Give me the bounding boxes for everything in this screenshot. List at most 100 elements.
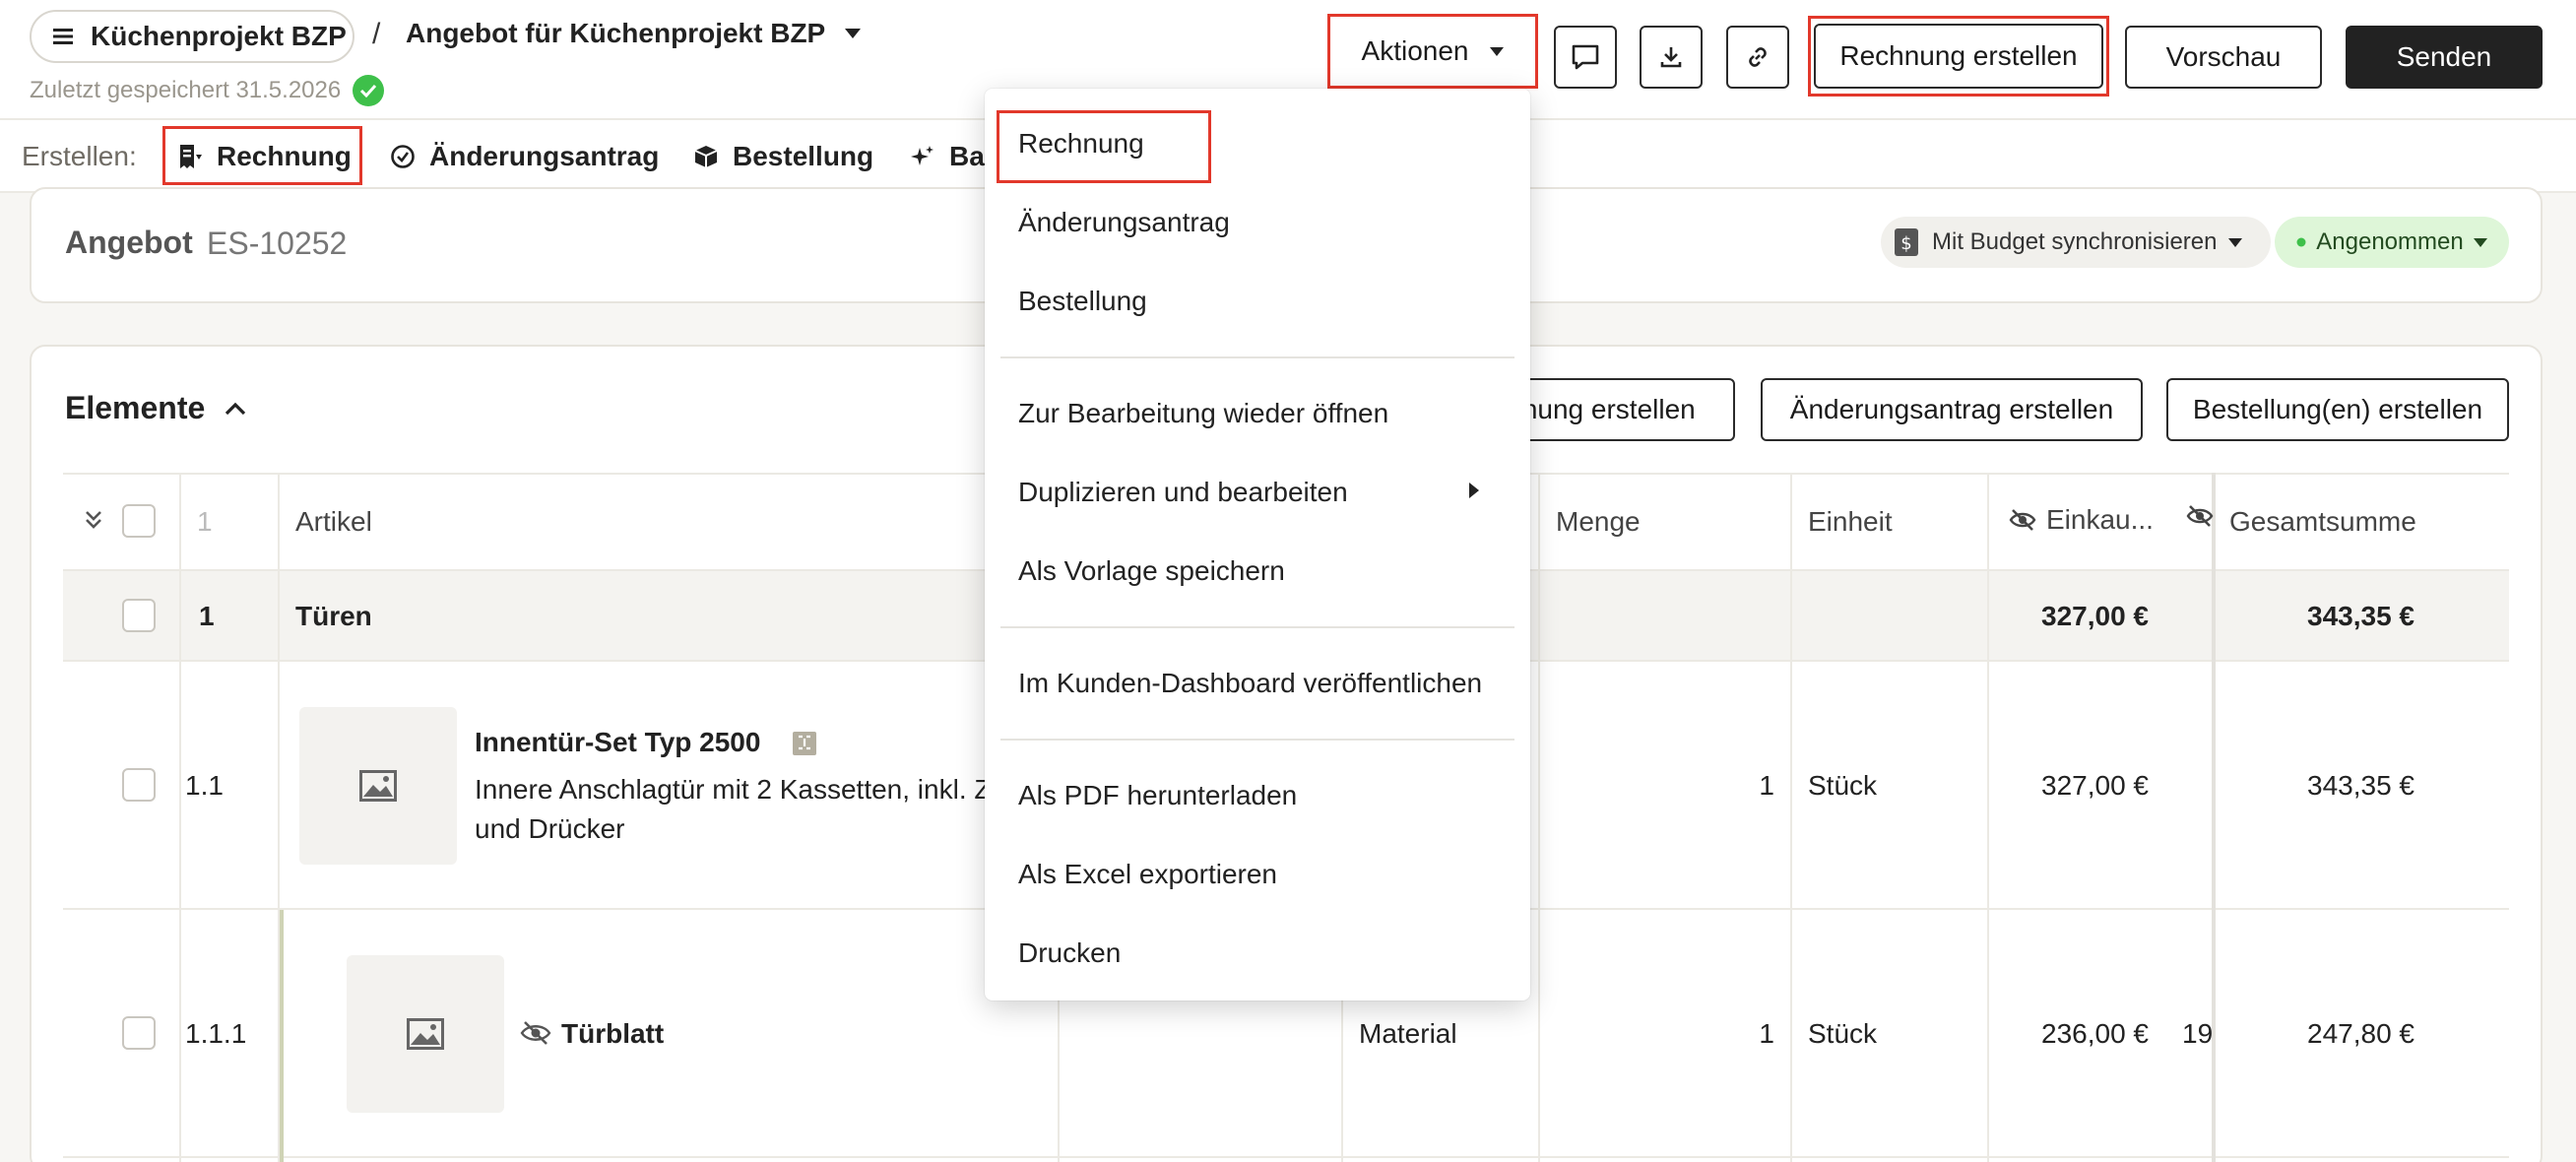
- item-type[interactable]: Material: [1359, 1018, 1457, 1050]
- menu-item-duplicate[interactable]: Duplizieren und bearbeiten: [1018, 477, 1348, 508]
- sticky-col-divider: [2212, 473, 2216, 1162]
- item-description-line1: Innere Anschlagtür mit 2 Kassetten, inkl…: [475, 774, 992, 805]
- comment-icon: [1571, 43, 1600, 71]
- actions-button[interactable]: Aktionen: [1335, 22, 1530, 81]
- caret-down-icon: [1490, 46, 1505, 56]
- row-divider: [63, 1156, 2509, 1158]
- status-badge[interactable]: Angenommen: [2275, 217, 2509, 268]
- item-title[interactable]: Türblatt: [561, 1018, 664, 1050]
- item-quantity[interactable]: 1: [1674, 1018, 1774, 1050]
- collapse-all-icon[interactable]: [83, 508, 104, 532]
- eye-off-icon: [2186, 504, 2214, 528]
- col-divider: [179, 473, 181, 1162]
- menu-item-print[interactable]: Drucken: [1018, 937, 1121, 969]
- item-image-placeholder[interactable]: [347, 955, 504, 1113]
- col-unit-header[interactable]: Einheit: [1808, 506, 1893, 538]
- row-purchase-price: 327,00 €: [2041, 601, 2149, 631]
- col-total-header[interactable]: Gesamtsumme: [2229, 506, 2416, 538]
- item-purchase-price[interactable]: 236,00 €: [1987, 1018, 2149, 1050]
- document-title-dropdown[interactable]: Angebot für Küchenprojekt BZP: [406, 18, 862, 49]
- nesting-indicator: [280, 910, 284, 1162]
- svg-text:$: $: [1900, 233, 1911, 254]
- status-dot-icon: [2296, 237, 2306, 247]
- create-order-link[interactable]: Bestellung: [693, 128, 873, 185]
- select-all-checkbox[interactable]: [122, 504, 156, 538]
- menu-item-export-excel[interactable]: Als Excel exportieren: [1018, 859, 1277, 890]
- create-orders-button[interactable]: Bestellung(en) erstellen: [2166, 378, 2509, 441]
- elements-header[interactable]: Elemente: [65, 390, 246, 426]
- row-number: 1.1: [185, 770, 224, 801]
- menu-divider: [1000, 356, 1514, 358]
- col-divider: [1987, 473, 1989, 1162]
- create-invoice-label: Rechnung: [217, 141, 352, 171]
- item-unit[interactable]: Stück: [1808, 1018, 1877, 1050]
- sparkle-icon: [910, 144, 935, 169]
- caret-down-icon: [2473, 237, 2487, 247]
- item-unit[interactable]: Stück: [1808, 770, 1877, 802]
- box-icon: [693, 144, 719, 169]
- menu-item-reopen[interactable]: Zur Bearbeitung wieder öffnen: [1018, 398, 1388, 429]
- col-article-header[interactable]: Artikel: [295, 506, 372, 538]
- send-button[interactable]: Senden: [2346, 26, 2543, 89]
- caret-right-icon: [1469, 483, 1479, 498]
- menu-item-save-template[interactable]: Als Vorlage speichern: [1018, 555, 1285, 587]
- breadcrumb-separator: /: [372, 18, 381, 50]
- col-index-header: 1: [197, 506, 213, 537]
- actions-label: Aktionen: [1361, 35, 1469, 66]
- invoice-icon: [177, 143, 203, 170]
- budget-sync-label: Mit Budget synchronisieren: [1932, 228, 2218, 255]
- saved-text: Zuletzt gespeichert 31.5.2026: [30, 77, 342, 103]
- preview-button[interactable]: Vorschau: [2125, 26, 2322, 89]
- create-change-request-button[interactable]: Änderungsantrag erstellen: [1761, 378, 2143, 441]
- menu-item-invoice[interactable]: Rechnung: [1018, 128, 1144, 160]
- item-image-placeholder[interactable]: [299, 707, 457, 865]
- row-checkbox[interactable]: [122, 599, 156, 632]
- comment-button[interactable]: [1554, 26, 1617, 89]
- budget-sync-dropdown[interactable]: $ Mit Budget synchronisieren: [1881, 217, 2271, 268]
- col-purchase-header[interactable]: Einkau...: [2009, 504, 2154, 536]
- link-icon: [1744, 43, 1771, 71]
- download-button[interactable]: [1640, 26, 1703, 89]
- row-total: 343,35 €: [2307, 601, 2415, 631]
- menu-item-download-pdf[interactable]: Als PDF herunterladen: [1018, 780, 1297, 811]
- create-invoice-link[interactable]: Rechnung: [177, 128, 352, 185]
- item-quantity[interactable]: 1: [1674, 770, 1774, 802]
- create-more-label: Ba: [949, 141, 985, 171]
- item-purchase-price[interactable]: 327,00 €: [1987, 770, 2149, 802]
- link-button[interactable]: [1726, 26, 1789, 89]
- col-purchase-label: Einkau...: [2046, 504, 2154, 535]
- create-change-request-link[interactable]: Änderungsantrag: [390, 128, 659, 185]
- col-divider: [1790, 473, 1792, 1162]
- row-number: 1.1.1: [185, 1018, 247, 1049]
- create-label: Erstellen:: [22, 141, 137, 171]
- create-more-link[interactable]: Ba: [910, 128, 985, 185]
- offer-number: ES-10252: [207, 226, 348, 261]
- row-checkbox[interactable]: [122, 1016, 156, 1050]
- create-order-label: Bestellung: [733, 141, 874, 171]
- menu-item-publish-dashboard[interactable]: Im Kunden-Dashboard veröffentlichen: [1018, 668, 1482, 699]
- puzzle-icon: [792, 729, 817, 756]
- project-name: Küchenprojekt BZP: [91, 21, 347, 51]
- document-title: Angebot für Küchenprojekt BZP: [406, 18, 826, 48]
- row-title[interactable]: Türen: [295, 601, 372, 632]
- dollar-document-icon: $: [1893, 226, 1920, 258]
- offer-label: Angebot: [65, 225, 193, 260]
- actions-dropdown-menu: Rechnung Änderungsantrag Bestellung Zur …: [985, 89, 1530, 1001]
- chevron-up-icon: [225, 402, 246, 416]
- row-number: 1: [199, 601, 215, 631]
- caret-down-icon: [2228, 237, 2243, 247]
- project-breadcrumb[interactable]: Küchenprojekt BZP: [30, 10, 354, 63]
- menu-divider: [1000, 739, 1514, 741]
- save-status: Zuletzt gespeichert 31.5.2026: [30, 75, 385, 106]
- item-title[interactable]: Innentür-Set Typ 2500: [475, 727, 760, 758]
- image-icon: [407, 1018, 444, 1050]
- create-invoice-button[interactable]: Rechnung erstellen: [1814, 24, 2103, 89]
- row-checkbox[interactable]: [122, 768, 156, 802]
- col-quantity-header[interactable]: Menge: [1556, 506, 1641, 538]
- eye-off-icon: [2009, 508, 2036, 532]
- menu-item-order[interactable]: Bestellung: [1018, 286, 1147, 317]
- item-tax[interactable]: 19%: [2182, 1018, 2212, 1050]
- col-divider: [1538, 473, 1540, 1162]
- menu-icon: [53, 28, 73, 45]
- menu-item-change-request[interactable]: Änderungsantrag: [1018, 207, 1230, 238]
